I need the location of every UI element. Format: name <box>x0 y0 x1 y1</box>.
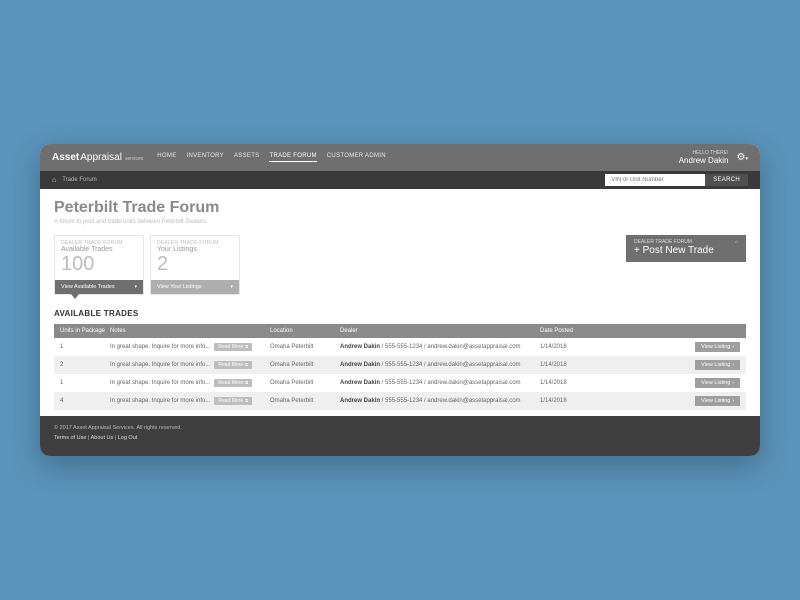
subbar: ⌂ Trade Forum SEARCH <box>40 171 760 189</box>
cell-date: 1/14/2018 <box>540 344 610 350</box>
external-link-icon: ⧉ <box>244 362 248 367</box>
th-location: Location <box>270 328 340 334</box>
table-row: 2In great shape. Inquire for more info..… <box>54 356 746 374</box>
search-input[interactable] <box>605 174 705 186</box>
cell-location: Omaha Peterbilt <box>270 362 340 368</box>
post-new-trade-button[interactable]: DEALER TRADE FORUM ⌂ + Post New Trade <box>626 235 746 262</box>
cell-date: 1/14/2018 <box>540 398 610 404</box>
card-your-listings: DEALER TRADE FORUM Your Listings 2 View … <box>150 235 240 295</box>
read-more-button[interactable]: Read More ⧉ <box>214 379 252 387</box>
content: Peterbilt Trade Forum A forum to post an… <box>40 189 760 416</box>
cell-location: Omaha Peterbilt <box>270 380 340 386</box>
search-button[interactable]: SEARCH <box>705 174 748 186</box>
home-icon[interactable]: ⌂ <box>52 177 56 184</box>
cell-dealer: Andrew Dakin / 555-555-1234 / andrew.dak… <box>340 398 540 404</box>
page-title: Peterbilt Trade Forum <box>54 199 746 217</box>
cell-units: 2 <box>60 362 110 368</box>
greeting-name: Andrew Dakin <box>679 156 729 166</box>
footer: © 2017 Asset Appraisal Services. All rig… <box>40 416 760 456</box>
view-listing-button[interactable]: View Listing› <box>695 378 740 388</box>
logo: AssetAppraisal services <box>52 152 143 163</box>
view-listing-button[interactable]: View Listing› <box>695 342 740 352</box>
chevron-down-icon: ▾ <box>134 284 137 290</box>
card-label: Available Trades <box>61 246 137 253</box>
th-actions <box>610 328 740 334</box>
read-more-button[interactable]: Read More ⧉ <box>214 361 252 369</box>
cell-notes: In great shape. Inquire for more info...… <box>110 361 270 369</box>
footer-link-logout[interactable]: Log Out <box>118 435 138 441</box>
chevron-right-icon: › <box>732 398 734 404</box>
logo-bold: Asset <box>52 152 79 163</box>
table-row: 1In great shape. Inquire for more info..… <box>54 338 746 356</box>
th-units: Units in Package <box>60 328 110 334</box>
cell-location: Omaha Peterbilt <box>270 398 340 404</box>
section-title: AVAILABLE TRADES <box>54 309 746 318</box>
card-btn-label: View Available Trades <box>61 284 115 290</box>
card-label: Your Listings <box>157 246 233 253</box>
gear-icon[interactable]: ⚙▾ <box>737 152 748 163</box>
breadcrumb: Trade Forum <box>62 177 96 183</box>
th-dealer: Dealer <box>340 328 540 334</box>
primary-nav: HOME INVENTORY ASSETS TRADE FORUM CUSTOM… <box>157 153 386 162</box>
nav-inventory[interactable]: INVENTORY <box>187 153 225 162</box>
cell-date: 1/14/2018 <box>540 380 610 386</box>
card-btn-label: View Your Listings <box>157 284 202 290</box>
nav-home[interactable]: HOME <box>157 153 176 162</box>
cell-units: 1 <box>60 344 110 350</box>
cell-notes: In great shape. Inquire for more info...… <box>110 343 270 351</box>
read-more-button[interactable]: Read More ⧉ <box>214 397 252 405</box>
post-label: + Post New Trade <box>634 245 738 256</box>
chevron-right-icon: › <box>732 362 734 368</box>
card-available-trades: DEALER TRADE FORUM Available Trades 100 … <box>54 235 144 295</box>
footer-link-terms[interactable]: Terms of Use <box>54 435 86 441</box>
cards-row: DEALER TRADE FORUM Available Trades 100 … <box>54 235 746 295</box>
view-listing-button[interactable]: View Listing› <box>695 360 740 370</box>
cell-notes: In great shape. Inquire for more info...… <box>110 397 270 405</box>
chevron-down-icon: ▾ <box>230 284 233 290</box>
nav-customer-admin[interactable]: CUSTOMER ADMIN <box>327 153 386 162</box>
cell-location: Omaha Peterbilt <box>270 344 340 350</box>
cell-date: 1/14/2018 <box>540 362 610 368</box>
trades-table: Units in Package Notes Location Dealer D… <box>54 324 746 410</box>
footer-link-about[interactable]: About Us <box>91 435 114 441</box>
th-date: Date Posted <box>540 328 610 334</box>
external-link-icon: ⧉ <box>244 398 248 403</box>
logo-light: Appraisal <box>80 152 122 163</box>
card-value: 100 <box>55 253 143 280</box>
footer-copyright: © 2017 Asset Appraisal Services. All rig… <box>54 424 746 434</box>
home-icon: ⌂ <box>735 239 738 245</box>
view-available-trades-button[interactable]: View Available Trades ▾ <box>55 280 143 294</box>
external-link-icon: ⧉ <box>244 344 248 349</box>
view-your-listings-button[interactable]: View Your Listings ▾ <box>151 280 239 294</box>
table-row: 4In great shape. Inquire for more info..… <box>54 392 746 410</box>
cell-dealer: Andrew Dakin / 555-555-1234 / andrew.dak… <box>340 362 540 368</box>
topbar: AssetAppraisal services HOME INVENTORY A… <box>40 144 760 172</box>
table-row: 1In great shape. Inquire for more info..… <box>54 374 746 392</box>
cell-units: 4 <box>60 398 110 404</box>
nav-trade-forum[interactable]: TRADE FORUM <box>269 153 316 162</box>
view-listing-button[interactable]: View Listing› <box>695 396 740 406</box>
card-value: 2 <box>151 253 239 280</box>
cell-notes: In great shape. Inquire for more info...… <box>110 379 270 387</box>
cell-units: 1 <box>60 380 110 386</box>
user-greeting: HELLO THERE! Andrew Dakin <box>679 150 729 166</box>
logo-sub: services <box>125 156 143 162</box>
cell-dealer: Andrew Dakin / 555-555-1234 / andrew.dak… <box>340 380 540 386</box>
external-link-icon: ⧉ <box>244 380 248 385</box>
chevron-right-icon: › <box>732 344 734 350</box>
chevron-right-icon: › <box>732 380 734 386</box>
app-window: AssetAppraisal services HOME INVENTORY A… <box>40 144 760 456</box>
cell-dealer: Andrew Dakin / 555-555-1234 / andrew.dak… <box>340 344 540 350</box>
th-notes: Notes <box>110 328 270 334</box>
nav-assets[interactable]: ASSETS <box>234 153 259 162</box>
table-header: Units in Package Notes Location Dealer D… <box>54 324 746 338</box>
page-subtitle: A forum to post and trade units between … <box>54 219 746 225</box>
read-more-button[interactable]: Read More ⧉ <box>214 343 252 351</box>
